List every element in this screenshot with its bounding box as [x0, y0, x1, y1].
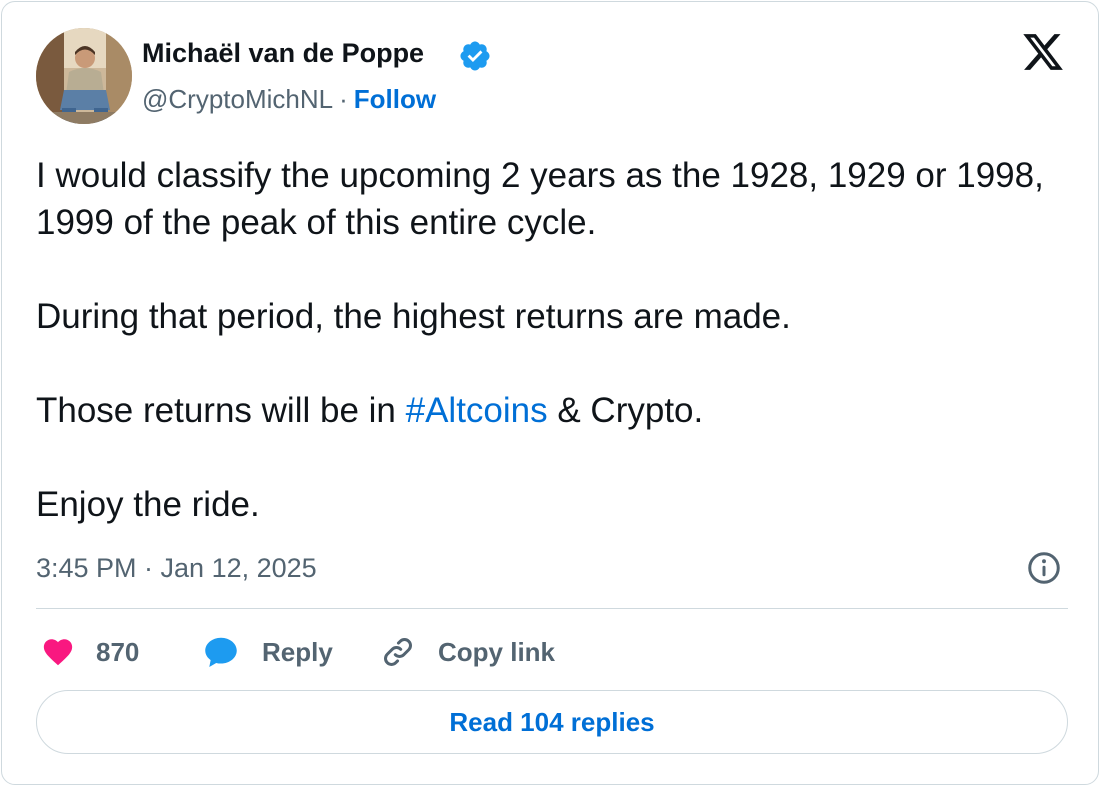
reply-label: Reply: [262, 636, 333, 667]
hashtag-link[interactable]: #Altcoins: [406, 391, 548, 430]
like-count: 870: [96, 636, 140, 667]
paragraph-text-after: & Crypto.: [547, 391, 704, 430]
read-replies-button[interactable]: Read 104 replies: [36, 690, 1068, 754]
divider: [36, 608, 1068, 609]
avatar[interactable]: [36, 28, 132, 124]
like-button[interactable]: 870: [40, 630, 139, 674]
copy-link-button[interactable]: Copy link: [380, 630, 555, 674]
author-name[interactable]: Michaël van de Poppe: [142, 38, 424, 69]
tweet-card: Michaël van de Poppe @CryptoMichNL · Follo…: [1, 1, 1099, 785]
x-logo-icon[interactable]: [1020, 30, 1066, 74]
tweet-paragraph: Those returns will be in #Altcoins & Cry…: [36, 387, 1076, 434]
copy-link-label: Copy link: [438, 636, 556, 667]
reply-button[interactable]: Reply: [202, 630, 333, 674]
timestamp[interactable]: 3:45 PM · Jan 12, 2025: [36, 553, 317, 584]
read-replies-label: Read 104 replies: [449, 706, 655, 737]
info-icon[interactable]: [1026, 550, 1062, 586]
speech-bubble-icon: [205, 637, 237, 667]
author-handle-line: @CryptoMichNL · Follow: [142, 84, 436, 115]
separator-dot: ·: [339, 84, 348, 114]
author-handle[interactable]: @CryptoMichNL: [142, 84, 333, 114]
heart-icon: [43, 639, 73, 666]
link-icon: [384, 638, 412, 666]
tweet-text: I would classify the upcoming 2 years as…: [36, 152, 1076, 528]
tweet-paragraph: During that period, the highest returns …: [36, 297, 791, 336]
avatar-image: [36, 28, 132, 124]
follow-button[interactable]: Follow: [354, 84, 436, 114]
verified-badge-icon: [460, 41, 490, 71]
paragraph-text-before: Those returns will be in: [36, 391, 406, 430]
tweet-paragraph: I would classify the upcoming 2 years as…: [36, 156, 1044, 242]
tweet-paragraph: Enjoy the ride.: [36, 485, 260, 524]
